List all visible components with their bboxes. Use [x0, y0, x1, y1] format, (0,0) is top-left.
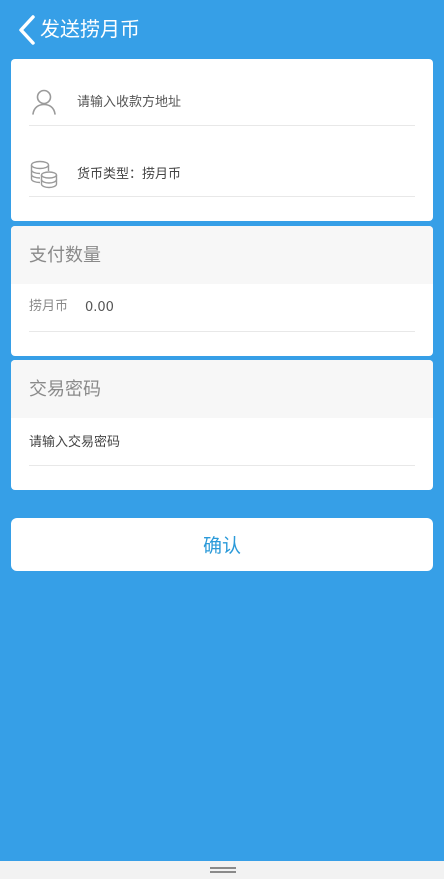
- transaction-password-input[interactable]: [29, 430, 409, 454]
- password-row: [29, 418, 415, 466]
- chevron-left-icon: [19, 15, 35, 45]
- header-bar: 发送捞月币: [0, 0, 444, 58]
- bottom-navigation-bar: [0, 861, 444, 879]
- currency-type-row: 货币类型：捞月币: [29, 126, 415, 197]
- password-section-title: 交易密码: [29, 379, 101, 400]
- user-icon: [32, 89, 56, 115]
- password-section-header: 交易密码: [11, 360, 433, 418]
- currency-type-label: 货币类型：捞月币: [77, 167, 182, 182]
- back-button[interactable]: [14, 13, 40, 47]
- recipient-address-input[interactable]: [77, 89, 397, 115]
- amount-row: 捞月币: [29, 284, 415, 332]
- page-title: 发送捞月币: [40, 17, 140, 41]
- payment-amount-card: 支付数量 捞月币: [11, 226, 433, 356]
- recipient-card: 货币类型：捞月币: [11, 59, 433, 221]
- drag-handle-icon[interactable]: [210, 867, 236, 873]
- recipient-row: [29, 59, 415, 126]
- coins-icon: [30, 160, 58, 189]
- payment-section-title: 支付数量: [29, 245, 101, 266]
- payment-section-header: 支付数量: [11, 226, 433, 284]
- confirm-button[interactable]: 确认: [11, 518, 433, 571]
- transaction-password-card: 交易密码: [11, 360, 433, 490]
- amount-unit-label: 捞月币: [29, 299, 69, 314]
- amount-input[interactable]: [85, 295, 285, 319]
